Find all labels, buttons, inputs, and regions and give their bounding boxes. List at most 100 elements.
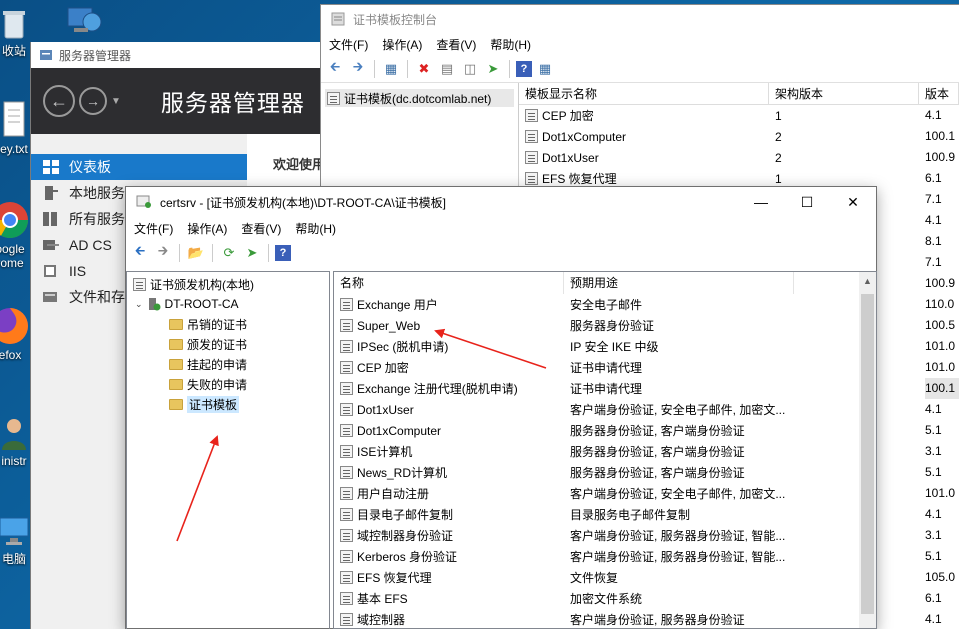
table-row[interactable]: 用户自动注册 客户端身份验证, 安全电子邮件, 加密文... bbox=[334, 483, 876, 504]
template-purpose: 服务器身份验证 bbox=[570, 319, 655, 333]
chrome-icon[interactable]: oogle rome bbox=[0, 200, 30, 270]
template-name: Dot1xUser bbox=[357, 402, 414, 417]
certsrv-window-title: certsrv - [证书颁发机构(本地)\DT-ROOT-CA\证书模板] bbox=[160, 195, 446, 210]
admin-user-icon[interactable]: inistr bbox=[0, 416, 34, 468]
export-icon[interactable]: ➤ bbox=[483, 59, 503, 79]
folder-icon bbox=[169, 398, 183, 410]
network-icon[interactable] bbox=[62, 2, 102, 41]
sidebar-item-label: 所有服务 bbox=[69, 211, 125, 227]
forward-arrow-icon[interactable]: 🡲 bbox=[153, 243, 173, 263]
table-row[interactable]: Dot1xUser 2 bbox=[519, 147, 959, 168]
maximize-button[interactable]: ☐ bbox=[784, 194, 830, 211]
scroll-up-arrow-icon[interactable]: ▲ bbox=[859, 276, 876, 286]
cert-template-icon bbox=[340, 403, 353, 416]
table-row[interactable]: EFS 恢复代理 文件恢复 bbox=[334, 567, 876, 588]
menu-action[interactable]: 操作(A) bbox=[382, 36, 422, 53]
tree-node-cert-templates[interactable]: 证书模板(dc.dotcomlab.net) bbox=[325, 89, 514, 107]
menu-help[interactable]: 帮助(H) bbox=[295, 220, 336, 237]
scrollbar-thumb[interactable] bbox=[861, 294, 874, 614]
cert-template-icon bbox=[340, 445, 353, 458]
menu-action[interactable]: 操作(A) bbox=[187, 220, 227, 237]
template-purpose: 安全电子邮件 bbox=[570, 298, 643, 312]
table-row[interactable]: Kerberos 身份验证 客户端身份验证, 服务器身份验证, 智能... bbox=[334, 546, 876, 567]
properties-icon[interactable]: ▤ bbox=[437, 59, 457, 79]
template-name: 用户自动注册 bbox=[357, 487, 430, 501]
table-row[interactable]: 域控制器 客户端身份验证, 服务器身份验证 bbox=[334, 609, 876, 628]
certsrv-window: certsrv - [证书颁发机构(本地)\DT-ROOT-CA\证书模板] —… bbox=[125, 186, 877, 629]
tree-node-label: 证书模板(dc.dotcomlab.net) bbox=[344, 91, 492, 106]
column-header-name[interactable]: 名称 bbox=[334, 272, 564, 294]
show-hide-tree-icon[interactable]: ▦ bbox=[381, 59, 401, 79]
table-row[interactable]: Super_Web 服务器身份验证 bbox=[334, 315, 876, 336]
table-row[interactable]: 基本 EFS 加密文件系统 bbox=[334, 588, 876, 609]
cert-template-icon bbox=[340, 466, 353, 479]
template-name: 目录电子邮件复制 bbox=[357, 508, 454, 522]
file-storage-icon bbox=[43, 292, 57, 302]
tree-node-issued[interactable]: 颁发的证书 bbox=[127, 334, 329, 354]
version-cell: 6.1 bbox=[925, 171, 942, 185]
minimize-button[interactable]: — bbox=[738, 194, 784, 211]
history-dropdown-icon[interactable]: ▼ bbox=[111, 96, 121, 107]
tree-node-dt-root-ca[interactable]: ⌄ DT-ROOT-CA bbox=[127, 294, 329, 314]
export-list-icon[interactable]: ➤ bbox=[242, 243, 262, 263]
server-manager-header: ← → ▼ 服务器管理器 bbox=[31, 68, 330, 134]
menu-file[interactable]: 文件(F) bbox=[134, 220, 173, 237]
text-file-icon[interactable]: ey.txt bbox=[0, 100, 34, 156]
menu-file[interactable]: 文件(F) bbox=[329, 36, 368, 53]
back-arrow-icon[interactable]: 🡰 bbox=[325, 59, 345, 79]
cert-template-icon bbox=[340, 361, 353, 374]
close-button[interactable]: ✕ bbox=[830, 194, 876, 211]
table-row[interactable]: CEP 加密 1 bbox=[519, 105, 959, 126]
action-pane-icon[interactable]: ▦ bbox=[535, 59, 555, 79]
help-icon[interactable]: ? bbox=[516, 60, 532, 77]
table-row[interactable]: 域控制器身份验证 客户端身份验证, 服务器身份验证, 智能... bbox=[334, 525, 876, 546]
menu-help[interactable]: 帮助(H) bbox=[490, 36, 531, 53]
cert-template-icon bbox=[525, 130, 538, 143]
table-row[interactable]: News_RD计算机 服务器身份验证, 客户端身份验证 bbox=[334, 462, 876, 483]
forward-arrow-icon[interactable]: → bbox=[79, 87, 107, 115]
table-row[interactable]: Dot1xUser 客户端身份验证, 安全电子邮件, 加密文... bbox=[334, 399, 876, 420]
delete-icon[interactable]: ✖ bbox=[414, 59, 434, 79]
menu-view[interactable]: 查看(V) bbox=[436, 36, 476, 53]
certsrv-tree: 证书颁发机构(本地) ⌄ DT-ROOT-CA 吊销的证书 颁发的证书 挂起的申… bbox=[126, 271, 330, 629]
forward-arrow-icon[interactable]: 🡲 bbox=[348, 59, 368, 79]
version-cell: 110.0 bbox=[925, 297, 955, 311]
certsrv-toolbar: 🡰 🡲 📂 ⟳ ➤ ? bbox=[126, 239, 876, 267]
table-row[interactable]: Exchange 用户 安全电子邮件 bbox=[334, 294, 876, 315]
table-row[interactable]: Dot1xComputer 服务器身份验证, 客户端身份验证 bbox=[334, 420, 876, 441]
table-row[interactable]: CEP 加密 证书申请代理 bbox=[334, 357, 876, 378]
recycle-bin-icon[interactable]: 收站 bbox=[0, 8, 34, 59]
table-row[interactable]: Exchange 注册代理(脱机申请) 证书申请代理 bbox=[334, 378, 876, 399]
table-row[interactable]: ISE计算机 服务器身份验证, 客户端身份验证 bbox=[334, 441, 876, 462]
column-header-template-name[interactable]: 模板显示名称 bbox=[519, 82, 769, 105]
chevron-down-icon[interactable]: ⌄ bbox=[135, 299, 143, 310]
tree-node-pending[interactable]: 挂起的申请 bbox=[127, 354, 329, 374]
up-folder-icon[interactable]: 📂 bbox=[186, 243, 206, 263]
column-header-intended-purpose[interactable]: 预期用途 bbox=[564, 272, 794, 294]
table-row[interactable]: IPSec (脱机申请) IP 安全 IKE 中级 bbox=[334, 336, 876, 357]
copy-icon[interactable]: ◫ bbox=[460, 59, 480, 79]
back-arrow-icon[interactable]: ← bbox=[43, 85, 75, 117]
column-header-schema-version[interactable]: 架构版本 bbox=[769, 82, 919, 105]
firefox-icon[interactable]: efox bbox=[0, 306, 30, 362]
help-icon[interactable]: ? bbox=[275, 245, 291, 261]
version-cell: 5.1 bbox=[925, 465, 942, 479]
back-arrow-icon[interactable]: 🡰 bbox=[130, 243, 150, 263]
tree-node-cert-templates[interactable]: 证书模板 bbox=[127, 394, 329, 414]
column-header-version[interactable]: 版本 bbox=[919, 82, 959, 105]
refresh-icon[interactable]: ⟳ bbox=[219, 243, 239, 263]
sidebar-item-dashboard[interactable]: 仪表板 bbox=[31, 154, 247, 180]
menu-view[interactable]: 查看(V) bbox=[241, 220, 281, 237]
table-row[interactable]: 目录电子邮件复制 目录服务电子邮件复制 bbox=[334, 504, 876, 525]
tree-node-revoked[interactable]: 吊销的证书 bbox=[127, 314, 329, 334]
cert-template-icon bbox=[340, 487, 353, 500]
tree-node-ca-local[interactable]: 证书颁发机构(本地) bbox=[127, 274, 329, 294]
version-cell: 105.0 bbox=[925, 570, 956, 584]
this-pc-icon[interactable]: 电脑 bbox=[0, 514, 34, 567]
tree-node-failed[interactable]: 失败的申请 bbox=[127, 374, 329, 394]
table-row[interactable]: Dot1xComputer 2 bbox=[519, 126, 959, 147]
template-name: ISE计算机 bbox=[357, 445, 413, 459]
vertical-scrollbar[interactable]: ▲ bbox=[859, 272, 876, 628]
sidebar-item-label: 文件和存 bbox=[69, 289, 125, 305]
certsrv-menubar: 文件(F) 操作(A) 查看(V) 帮助(H) bbox=[126, 217, 876, 239]
